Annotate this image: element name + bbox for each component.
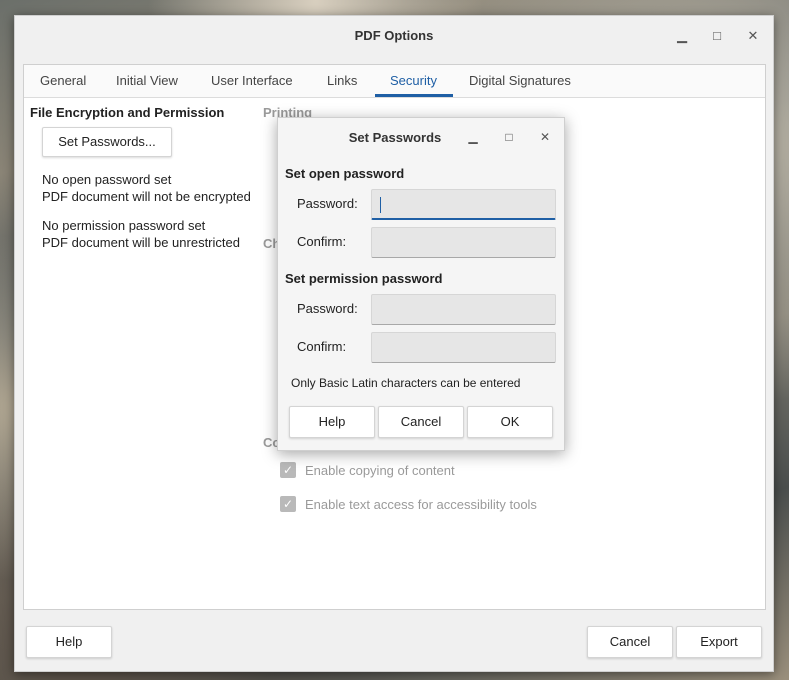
tab-initial-view[interactable]: Initial View <box>116 73 178 88</box>
open-confirm-label: Confirm: <box>297 234 347 249</box>
dialog-cancel-button[interactable]: Cancel <box>378 406 464 438</box>
dialog-maximize-icon[interactable]: □ <box>500 128 518 146</box>
tab-links[interactable]: Links <box>327 73 357 88</box>
permission-confirm-input[interactable] <box>371 332 556 363</box>
latin-characters-note: Only Basic Latin characters can be enter… <box>291 376 521 390</box>
dialog-minimize-icon[interactable]: ▁ <box>464 128 482 146</box>
open-password-input[interactable] <box>371 189 556 220</box>
tab-security[interactable]: Security <box>390 73 437 88</box>
open-password-label: Password: <box>297 196 358 211</box>
copy-content-checkbox[interactable]: ✓ <box>280 462 296 478</box>
help-button[interactable]: Help <box>26 626 112 658</box>
window-title: PDF Options <box>354 28 434 43</box>
permission-password-input[interactable] <box>371 294 556 325</box>
copy-content-label: Enable copying of content <box>305 463 455 478</box>
encryption-status: PDF document will not be encrypted <box>42 189 251 204</box>
permission-password-status: No permission password set <box>42 218 206 233</box>
permission-confirm-label: Confirm: <box>297 339 347 354</box>
open-confirm-input[interactable] <box>371 227 556 258</box>
cancel-button[interactable]: Cancel <box>587 626 673 658</box>
tab-general[interactable]: General <box>40 73 86 88</box>
permission-password-section: Set permission password <box>285 271 443 286</box>
encryption-section-title: File Encryption and Permission <box>30 105 225 120</box>
tab-user-interface[interactable]: User Interface <box>211 73 293 88</box>
dialog-help-button[interactable]: Help <box>289 406 375 438</box>
set-passwords-dialog: Set Passwords ▁ □ ✕ Set open password Pa… <box>277 117 565 451</box>
dialog-close-icon[interactable]: ✕ <box>536 128 554 146</box>
maximize-icon[interactable]: □ <box>707 26 727 46</box>
open-password-status: No open password set <box>42 172 172 187</box>
minimize-icon[interactable]: ▁ <box>672 26 692 46</box>
export-button[interactable]: Export <box>676 626 762 658</box>
close-icon[interactable]: ✕ <box>743 26 763 46</box>
title-bar: PDF Options ▁ □ ✕ <box>15 16 773 56</box>
permission-password-label: Password: <box>297 301 358 316</box>
tab-bar: General Initial View User Interface Link… <box>24 65 765 98</box>
dialog-ok-button[interactable]: OK <box>467 406 553 438</box>
text-caret <box>380 197 381 213</box>
restriction-status: PDF document will be unrestricted <box>42 235 240 250</box>
accessibility-access-label: Enable text access for accessibility too… <box>305 497 537 512</box>
set-passwords-button[interactable]: Set Passwords... <box>42 127 172 157</box>
active-tab-indicator <box>375 94 453 97</box>
open-password-section: Set open password <box>285 166 405 181</box>
tab-digital-signatures[interactable]: Digital Signatures <box>469 73 571 88</box>
accessibility-access-checkbox[interactable]: ✓ <box>280 496 296 512</box>
